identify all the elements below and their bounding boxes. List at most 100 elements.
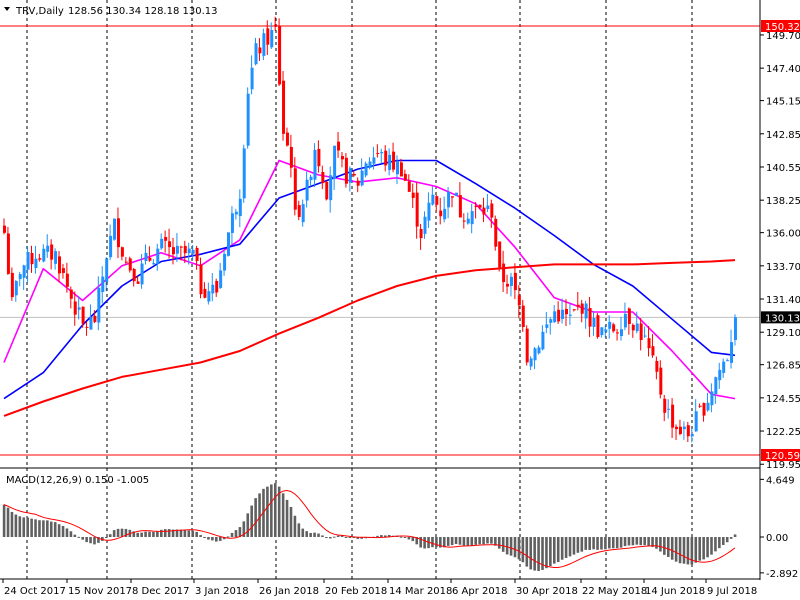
macd-histogram-bar (619, 537, 623, 548)
candle-body (647, 338, 651, 349)
macd-histogram-bar (537, 537, 540, 572)
candle-body (128, 258, 132, 271)
candle (285, 127, 289, 147)
macd-histogram-bar (148, 531, 151, 537)
candle-body (403, 173, 407, 181)
macd-histogram-bar (203, 537, 206, 538)
macd-histogram-bar (144, 531, 147, 537)
macd-histogram-bar (46, 520, 49, 537)
candle (462, 213, 466, 229)
candle (364, 161, 368, 178)
candle (631, 323, 635, 338)
candle-body (329, 175, 333, 201)
macd-histogram-bar (246, 513, 250, 537)
candle (541, 325, 545, 351)
macd-histogram-bar (678, 537, 682, 564)
candle (509, 272, 513, 297)
candle (46, 234, 50, 258)
candle (344, 153, 348, 188)
macd-histogram-bar (497, 537, 501, 549)
candle-body (506, 283, 510, 287)
macd-histogram-bar (77, 536, 81, 538)
candle (18, 272, 22, 287)
price-tick-label: 138.25 (766, 196, 800, 207)
candle-body (423, 216, 427, 234)
macd-histogram-bar (199, 535, 202, 537)
macd-histogram-bar (474, 537, 477, 545)
candle-body (348, 168, 352, 183)
candle-body (109, 235, 113, 258)
candle-body (568, 314, 572, 316)
candle-body (105, 259, 109, 283)
macd-histogram-bar (611, 537, 615, 549)
candle (305, 171, 309, 208)
macd-histogram-bar (470, 537, 474, 546)
macd-histogram-bar (376, 535, 379, 537)
candle-body (682, 426, 686, 430)
collapse-triangle-icon[interactable] (4, 7, 10, 11)
candle (608, 315, 612, 339)
candle-body (364, 163, 368, 176)
candle-body (372, 157, 376, 164)
candle-body (533, 348, 537, 361)
price-tick-label: 147.40 (766, 64, 800, 75)
candle (85, 321, 89, 336)
macd-histogram-bar (317, 533, 320, 537)
candle-body (289, 146, 293, 168)
candle-body (702, 402, 706, 416)
macd-histogram-bar (234, 530, 238, 537)
macd-histogram-bar (187, 530, 191, 537)
candle-body (435, 196, 439, 205)
candle-body (22, 265, 26, 278)
candle (686, 421, 690, 443)
candle (451, 196, 455, 208)
candle (533, 346, 537, 370)
macd-histogram-bar (501, 537, 505, 552)
macd-histogram-bar (509, 537, 513, 556)
candle-body (54, 251, 58, 264)
candle-body (596, 315, 600, 338)
candle (116, 207, 120, 259)
macd-tick-label: 0.00 (766, 533, 788, 544)
candle (718, 362, 722, 389)
macd-histogram-bar (584, 537, 588, 550)
candle (675, 424, 679, 440)
candle (659, 360, 663, 399)
macd-histogram-bar (698, 537, 702, 561)
candle (722, 358, 726, 378)
macd-tick-label: 4.649 (766, 475, 795, 486)
macd-histogram-bar (718, 537, 721, 549)
candle-body (431, 194, 435, 205)
macd-histogram-bar (69, 531, 73, 537)
candle (309, 174, 313, 187)
candle (101, 266, 105, 304)
candle (667, 399, 671, 419)
candle-body (278, 25, 282, 85)
candle-body (458, 195, 462, 218)
macd-histogram-bar (505, 537, 509, 555)
candle-body (113, 218, 117, 240)
macd-histogram-bar (93, 537, 96, 545)
candle (521, 299, 525, 332)
candle-body (203, 288, 207, 298)
candle (384, 145, 388, 172)
macd-histogram-bar (49, 521, 53, 537)
trading-chart[interactable]: 149.70147.40145.15142.85140.55138.25136.… (0, 0, 800, 600)
candle-body (344, 157, 348, 184)
candle-body (58, 256, 62, 274)
candle (647, 326, 651, 357)
candle-body (270, 30, 274, 48)
candle (498, 241, 502, 272)
candle (109, 224, 113, 261)
candle (439, 197, 443, 225)
candle (726, 358, 730, 362)
candle-body (686, 425, 690, 437)
candle (89, 304, 93, 330)
candle-body (297, 205, 301, 217)
candle-body (620, 329, 624, 337)
candle (553, 305, 557, 323)
candle-body (144, 252, 148, 262)
candle (171, 237, 175, 265)
candle (128, 256, 132, 273)
macd-histogram-bar (568, 537, 572, 557)
